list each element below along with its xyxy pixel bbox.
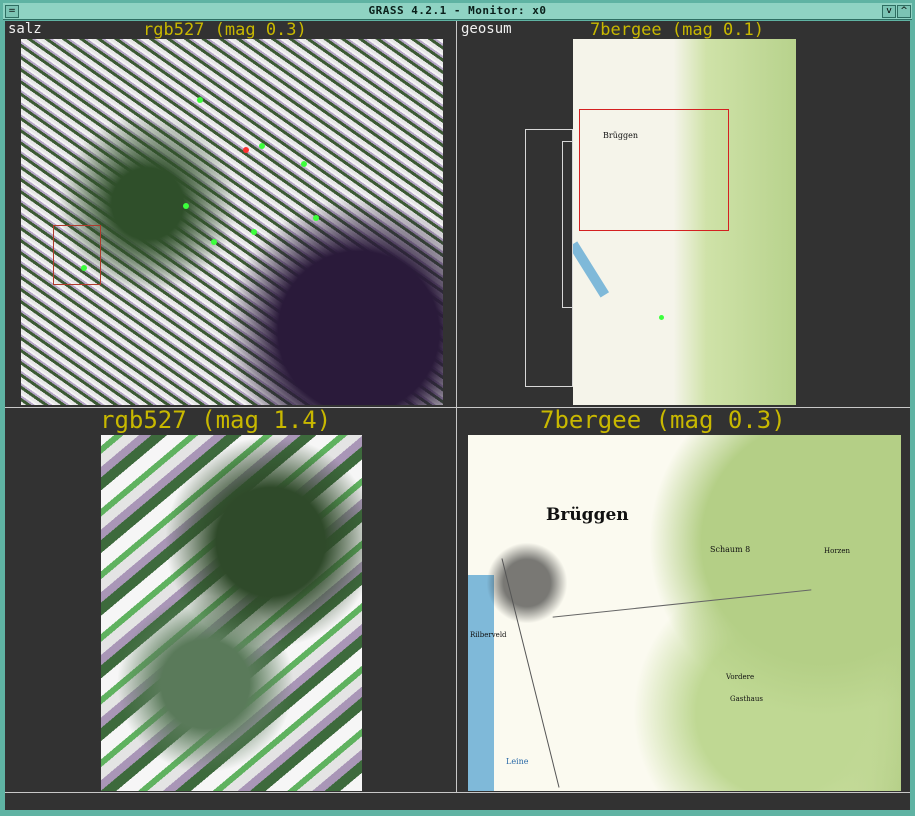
river-line xyxy=(573,241,610,298)
maximize-icon: ^ xyxy=(900,6,908,16)
point-marker xyxy=(211,239,217,245)
point-marker xyxy=(183,203,189,209)
map-title-top-left: rgb527 (mag 0.3) xyxy=(143,20,307,40)
map-label: Leine xyxy=(506,757,529,766)
map-title-top-right: 7bergee (mag 0.1) xyxy=(590,20,764,40)
minimize-button[interactable]: v xyxy=(882,5,896,18)
point-marker xyxy=(313,215,319,221)
frame-label-geosum: geosum xyxy=(461,21,512,37)
window-title: GRASS 4.2.1 - Monitor: x0 xyxy=(368,4,547,17)
grass-monitor-window: = GRASS 4.2.1 - Monitor: x0 v ^ salz rgb… xyxy=(0,0,915,816)
point-marker xyxy=(259,143,265,149)
frame-label-salz: salz xyxy=(8,21,42,37)
point-marker xyxy=(301,161,307,167)
topo-map-zoomed[interactable]: Brüggen Schaum 8 Rilberveld Leine Horzen… xyxy=(468,435,901,791)
zoom-region-box xyxy=(579,109,729,231)
monitor-canvas[interactable]: salz rgb527 (mag 0.3) geosum 7bergee (ma… xyxy=(5,20,910,810)
minimize-icon: v xyxy=(886,6,892,16)
satellite-image-zoomed[interactable] xyxy=(101,435,362,791)
point-marker xyxy=(659,315,664,320)
topo-map-small[interactable]: Brüggen xyxy=(573,39,796,405)
settlement-area xyxy=(482,533,572,633)
map-label: Vordere xyxy=(726,673,755,681)
map-label: Horzen xyxy=(824,547,851,555)
monitor-bottom-border xyxy=(5,792,910,793)
point-marker xyxy=(81,265,87,271)
point-marker xyxy=(197,97,203,103)
place-label: Brüggen xyxy=(546,505,629,525)
satellite-image-small[interactable] xyxy=(21,39,443,405)
map-label: Schaum 8 xyxy=(710,545,751,554)
road-line xyxy=(552,589,812,618)
map-title-bottom-right: 7bergee (mag 0.3) xyxy=(540,406,786,434)
zoom-region-box xyxy=(53,225,101,285)
point-marker xyxy=(243,147,249,153)
point-marker xyxy=(251,229,257,235)
map-title-bottom-left: rgb527 (mag 1.4) xyxy=(100,406,332,434)
maximize-button[interactable]: ^ xyxy=(897,5,911,18)
title-bar[interactable]: = GRASS 4.2.1 - Monitor: x0 v ^ xyxy=(3,3,912,20)
map-label: Gasthaus xyxy=(730,695,763,703)
